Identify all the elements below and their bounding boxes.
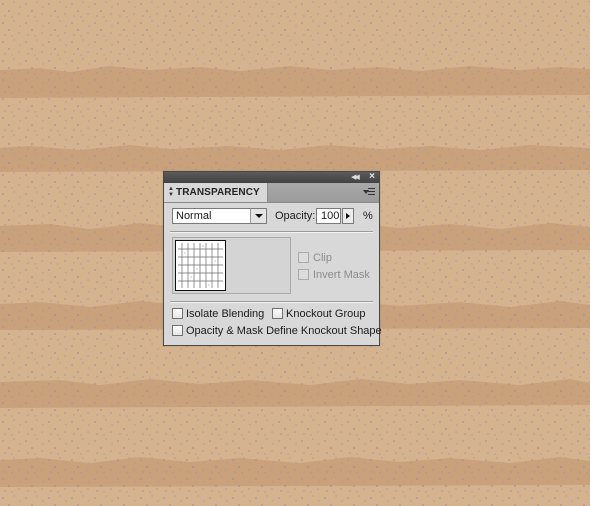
- clip-label: Clip: [313, 252, 332, 264]
- double-chevron-left-icon[interactable]: ◀◀: [351, 173, 363, 182]
- opacity-input[interactable]: 100: [316, 208, 341, 224]
- transparency-panel: ◀◀ × ▲ ▼ TRANSPARENCY Normal Opacity: 100…: [163, 171, 382, 346]
- opacity-unit: %: [363, 210, 373, 222]
- close-icon[interactable]: ×: [367, 172, 377, 182]
- opacity-slider-button[interactable]: [342, 208, 354, 224]
- chevron-down-icon[interactable]: [250, 209, 266, 223]
- mask-preview-area: [172, 237, 291, 294]
- panel-tab-strip: ▲ ▼ TRANSPARENCY: [164, 183, 379, 203]
- isolate-blending-label: Isolate Blending: [186, 308, 265, 320]
- blend-mode-value: Normal: [176, 210, 212, 222]
- opacity-mask-knockout-label: Opacity & Mask Define Knockout Shape: [186, 325, 382, 337]
- artwork-thumbnail[interactable]: [175, 240, 226, 291]
- blend-mode-select[interactable]: Normal: [172, 208, 267, 224]
- tab-label: TRANSPARENCY: [176, 187, 260, 198]
- clip-checkbox[interactable]: [298, 252, 309, 263]
- opacity-mask-knockout-checkbox[interactable]: [172, 325, 183, 336]
- tab-transparency[interactable]: ▲ ▼ TRANSPARENCY: [164, 183, 268, 202]
- invert-mask-label: Invert Mask: [313, 269, 370, 281]
- up-down-arrows-icon[interactable]: ▲ ▼: [168, 186, 174, 198]
- divider: [170, 301, 373, 303]
- knockout-group-checkbox[interactable]: [272, 308, 283, 319]
- divider: [170, 231, 373, 233]
- panel-title-bar[interactable]: ◀◀ ×: [164, 172, 379, 183]
- isolate-blending-checkbox[interactable]: [172, 308, 183, 319]
- panel-menu-icon[interactable]: [363, 188, 375, 197]
- knockout-group-label: Knockout Group: [286, 308, 366, 320]
- invert-mask-checkbox[interactable]: [298, 269, 309, 280]
- opacity-label: Opacity:: [275, 210, 316, 222]
